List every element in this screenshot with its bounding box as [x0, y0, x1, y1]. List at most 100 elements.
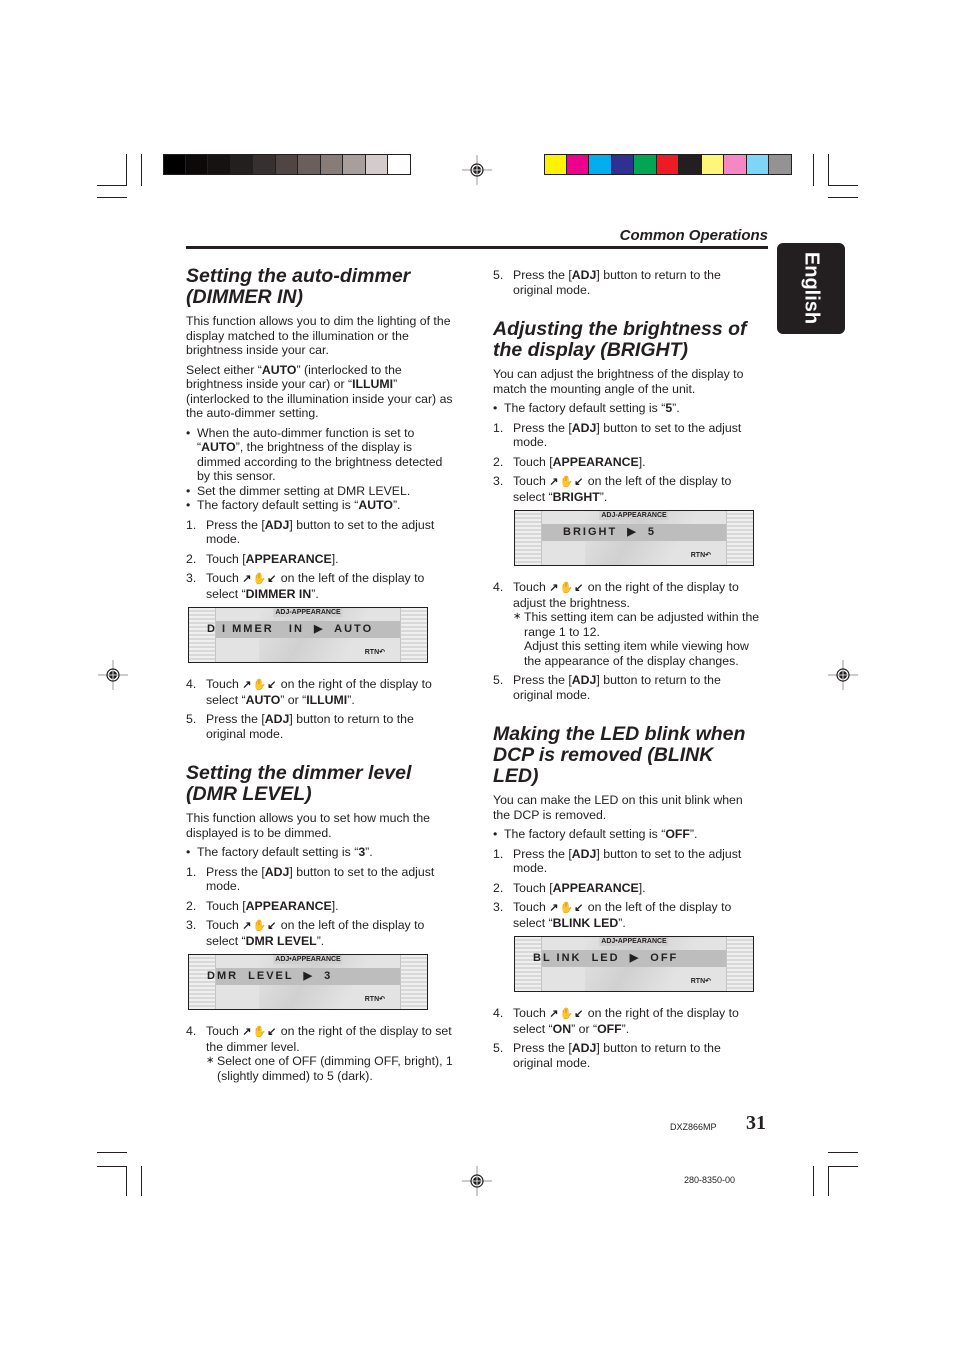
- color-swatch: [634, 154, 657, 175]
- step-item: 1. Press the [ADJ] button to set to the a…: [186, 517, 435, 547]
- up-down-arrows-icon: ↗✋↙: [549, 902, 585, 914]
- crop-mark: [813, 1166, 814, 1196]
- step-note: ∗ This setting item can be adjusted withi…: [513, 610, 760, 639]
- crop-mark: [126, 154, 127, 186]
- crop-mark: [97, 1152, 127, 1153]
- section-intro: This function allows you to dim the ligh…: [186, 314, 451, 357]
- select-paragraph: Select either “AUTO” (interlocked to the…: [186, 362, 453, 421]
- grayscale-swatch: [298, 154, 321, 175]
- color-calibration-bar: [544, 154, 792, 175]
- step-list: 1. Press the [ADJ] button to set to the a…: [493, 847, 763, 1071]
- bullet-item: When the auto-dimmer function is set to …: [186, 426, 456, 484]
- step-item: 4. Touch ↗✋↙ on the right of the display …: [186, 1024, 456, 1083]
- section-dimmer-in: Setting the auto-dimmer (DIMMER IN) This…: [186, 266, 456, 741]
- right-column: 5. Press the [ADJ] button to return to th…: [493, 268, 763, 1075]
- language-tab: English: [777, 243, 845, 334]
- color-swatch: [656, 154, 679, 175]
- bullet-item: Set the dimmer setting at DMR LEVEL.: [186, 484, 456, 499]
- registration-mark-icon: [98, 660, 128, 690]
- language-tab-label: English: [800, 251, 823, 325]
- section-bright: Adjusting the brightness of the display …: [493, 319, 763, 702]
- crop-mark: [828, 1166, 858, 1167]
- step-item: 1. Press the [ADJ] button to set to the a…: [186, 864, 435, 894]
- step-note: ∗ Select one of OFF (dimming OFF, bright)…: [206, 1054, 453, 1083]
- lcd-return: RTN↶: [690, 977, 711, 985]
- header-rule: [186, 246, 768, 249]
- up-down-arrows-icon: ↗✋↙: [242, 1026, 278, 1038]
- crop-mark: [828, 197, 858, 198]
- step-item: 4. Touch ↗✋↙ on the right of the display …: [493, 1006, 739, 1036]
- color-swatch: [701, 154, 724, 175]
- lcd-title: ADJ-APPEARANCE: [273, 608, 343, 617]
- up-down-arrows-icon: ↗✋↙: [549, 1008, 585, 1020]
- section-blink-led: Making the LED blink when DCP is removed…: [493, 724, 763, 1070]
- section-heading: Setting the dimmer level (DMR LEVEL): [186, 762, 412, 805]
- section-intro: You can adjust the brightness of the dis…: [493, 367, 744, 396]
- step-item: 5. Press the [ADJ] button to return to th…: [493, 268, 721, 297]
- registration-mark-icon: [828, 660, 858, 690]
- step-list: 1. Press the [ADJ] button to set to the a…: [186, 518, 456, 742]
- registration-mark-icon: [462, 155, 492, 185]
- step-list-continued: 5. Press the [ADJ] button to return to th…: [493, 268, 763, 297]
- step-item: 2. Touch [APPEARANCE].: [493, 454, 646, 469]
- lcd-text: BL INK LED ▶ OFF: [533, 952, 679, 964]
- crop-mark: [97, 197, 127, 198]
- up-down-arrows-icon: ↗✋↙: [549, 476, 585, 488]
- grayscale-swatch: [320, 154, 343, 175]
- bullet-item: The factory default setting is “5”.: [493, 401, 763, 416]
- grayscale-swatch: [343, 154, 366, 175]
- lcd-display-dmr-level: ADJ•APPEARANCE DMR LEVEL ▶ 3 RTN↶: [188, 954, 428, 1010]
- section-heading: Setting the auto-dimmer (DIMMER IN): [186, 265, 411, 308]
- color-swatch: [769, 154, 792, 175]
- lcd-left-buttons: [515, 511, 542, 565]
- crop-mark: [828, 1166, 829, 1196]
- color-swatch: [544, 154, 567, 175]
- step-note: Adjust this setting item while viewing h…: [524, 639, 749, 668]
- lcd-display-blink-led: ADJ•APPEARANCE BL INK LED ▶ OFF RTN↶: [514, 936, 754, 992]
- lcd-right-buttons: [400, 608, 427, 662]
- step-item: 5. Press the [ADJ] button to return to th…: [493, 673, 721, 702]
- section-dmr-level: Setting the dimmer level (DMR LEVEL) Thi…: [186, 763, 456, 1083]
- bullet-list: When the auto-dimmer function is set to …: [186, 426, 456, 513]
- lcd-text: D I MMER IN ▶ AUTO: [207, 623, 374, 635]
- color-swatch: [566, 154, 589, 175]
- step-item: 3. Touch ↗✋↙ on the left of the display t…: [186, 571, 456, 663]
- color-swatch: [611, 154, 634, 175]
- section-heading: Adjusting the brightness of the display …: [493, 318, 747, 361]
- color-swatch: [679, 154, 702, 175]
- step-item: 2. Touch [APPEARANCE].: [186, 898, 339, 913]
- step-list: 1. Press the [ADJ] button to set to the a…: [186, 865, 456, 1084]
- grayscale-calibration-bar: [163, 154, 411, 175]
- grayscale-swatch: [388, 154, 411, 175]
- step-item: 1. Press the [ADJ] button to set to the a…: [493, 846, 742, 876]
- crop-mark: [828, 1152, 858, 1153]
- step-item: 5. Press the [ADJ] button to return to th…: [186, 712, 414, 741]
- lcd-text: BRIGHT ▶ 5: [563, 526, 656, 538]
- lcd-title: ADJ-APPEARANCE: [599, 511, 669, 520]
- lcd-right-buttons: [400, 955, 427, 1009]
- section-intro: You can make the LED on this unit blink …: [493, 793, 743, 822]
- bullet-list: The factory default setting is “OFF”.: [493, 827, 763, 842]
- step-item: 4. Touch ↗✋↙ on the right of the display …: [493, 580, 763, 668]
- grayscale-swatch: [208, 154, 231, 175]
- up-down-arrows-icon: ↗✋↙: [242, 679, 278, 691]
- crop-mark: [141, 154, 142, 186]
- section-intro: This function allows you to set how much…: [186, 811, 431, 840]
- part-number: 280-8350-00: [684, 1175, 736, 1185]
- crop-mark: [141, 1166, 142, 1196]
- crop-mark: [97, 1166, 127, 1167]
- lcd-text: DMR LEVEL ▶ 3: [207, 970, 333, 982]
- grayscale-swatch: [230, 154, 253, 175]
- up-down-arrows-icon: ↗✋↙: [242, 920, 278, 932]
- crop-mark: [813, 154, 814, 186]
- bullet-item: The factory default setting is “3”.: [186, 845, 456, 860]
- crop-mark: [97, 185, 127, 186]
- crop-mark: [828, 154, 829, 186]
- lcd-return: RTN↶: [690, 551, 711, 559]
- grayscale-swatch: [275, 154, 298, 175]
- lcd-right-buttons: [726, 937, 753, 991]
- page-number: 31: [746, 1112, 766, 1134]
- model-number: DXZ866MP: [670, 1122, 717, 1132]
- step-item: 3. Touch ↗✋↙ on the left of the display t…: [186, 918, 456, 1010]
- lcd-title: ADJ•APPEARANCE: [599, 937, 669, 946]
